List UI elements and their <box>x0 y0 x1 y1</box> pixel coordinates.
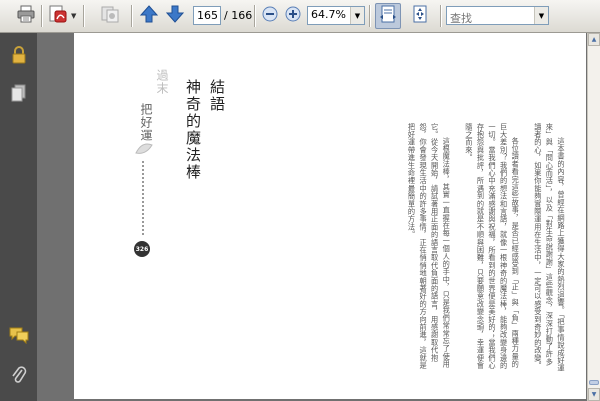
zoom-in-button[interactable] <box>281 5 305 27</box>
collaborate-icon <box>100 4 120 28</box>
previous-page-button[interactable] <box>137 5 161 27</box>
dotted-divider <box>142 161 144 235</box>
toolbar-separator <box>369 5 370 27</box>
toolbar-separator <box>41 5 42 27</box>
create-pdf-button[interactable] <box>46 5 70 27</box>
page-total-label: / 166 <box>224 9 253 22</box>
plus-circle-icon <box>285 6 301 26</box>
attachments-panel-button[interactable] <box>9 365 29 389</box>
chevron-down-icon[interactable]: ▼ <box>534 7 548 24</box>
paperclip-icon <box>11 365 27 389</box>
fit-width-icon <box>379 5 397 27</box>
fit-width-button[interactable] <box>375 3 401 29</box>
scrollbar-thumb[interactable] <box>589 380 599 385</box>
next-page-button[interactable] <box>163 5 187 27</box>
scroll-down-button[interactable]: ▼ <box>588 388 600 401</box>
chapter-title-line-1: 結語 <box>208 79 226 113</box>
toolbar-separator <box>254 5 255 27</box>
paragraph: 這根魔法棒，其實一直握在每一個人的手中，只是我們常常忘了使用它。從今天開始，請試… <box>407 123 452 370</box>
security-button[interactable] <box>9 46 29 68</box>
speech-bubbles-icon <box>9 326 29 348</box>
chevron-down-icon[interactable]: ▼ <box>71 12 76 20</box>
running-title: 過末 <box>155 69 169 95</box>
arrow-up-icon: ▲ <box>591 36 597 43</box>
page-number-badge: 326 <box>134 241 150 257</box>
arrow-down-icon <box>165 4 185 28</box>
zoom-value: 64.7% <box>311 8 346 21</box>
paragraph: 這本書的內容，曾經在網路上獲得大家的熱烈迴響。「把事情說成好運來」與「問心而活」… <box>533 123 566 373</box>
minus-circle-icon <box>262 6 278 26</box>
create-pdf-icon <box>48 4 68 28</box>
pages-panel-button[interactable] <box>9 84 29 106</box>
printer-icon <box>17 5 35 27</box>
page-number-input[interactable] <box>193 6 221 25</box>
collaborate-button[interactable] <box>98 5 122 27</box>
lock-icon <box>11 46 27 68</box>
body-text: 這本書的內容，曾經在網路上獲得大家的熱烈迴響。「把事情說成好運來」與「問心而活」… <box>162 123 567 373</box>
paragraph: 各位讀者看完這些故事，是否已經感受到「正」與「負」兩種力量的巨大差別？我們的想法… <box>464 123 521 370</box>
running-title-sub: 把好運 <box>139 103 153 142</box>
scroll-up-button[interactable]: ▲ <box>588 33 600 46</box>
navigation-pane <box>0 33 37 401</box>
pages-icon <box>11 84 27 106</box>
toolbar-separator <box>440 5 441 27</box>
arrow-down-icon: ▼ <box>591 391 597 398</box>
comments-panel-button[interactable] <box>9 327 29 347</box>
search-field[interactable]: ▼ <box>446 6 549 26</box>
arrow-up-icon <box>139 4 159 28</box>
toolbar: ▼ / 166 <box>0 0 600 33</box>
pdf-page: 結語 神奇的魔法棒 過末 把好運 326 這本書的內容，曾經在網路上獲得大家的熱… <box>74 33 586 399</box>
search-input[interactable] <box>450 11 536 26</box>
toolbar-separator <box>83 5 84 27</box>
print-button[interactable] <box>14 5 38 27</box>
zoom-select[interactable]: 64.7% ▼ <box>307 6 365 25</box>
chevron-down-icon[interactable]: ▼ <box>350 7 364 24</box>
document-viewport[interactable]: 結語 神奇的魔法棒 過末 把好運 326 這本書的內容，曾經在網路上獲得大家的熱… <box>37 33 587 401</box>
leaf-ornament-icon <box>134 141 154 157</box>
fit-page-icon <box>411 5 429 27</box>
fit-page-button[interactable] <box>408 5 432 27</box>
toolbar-separator <box>131 5 132 27</box>
zoom-out-button[interactable] <box>258 5 282 27</box>
vertical-scrollbar[interactable]: ▲ ▼ <box>587 33 600 401</box>
